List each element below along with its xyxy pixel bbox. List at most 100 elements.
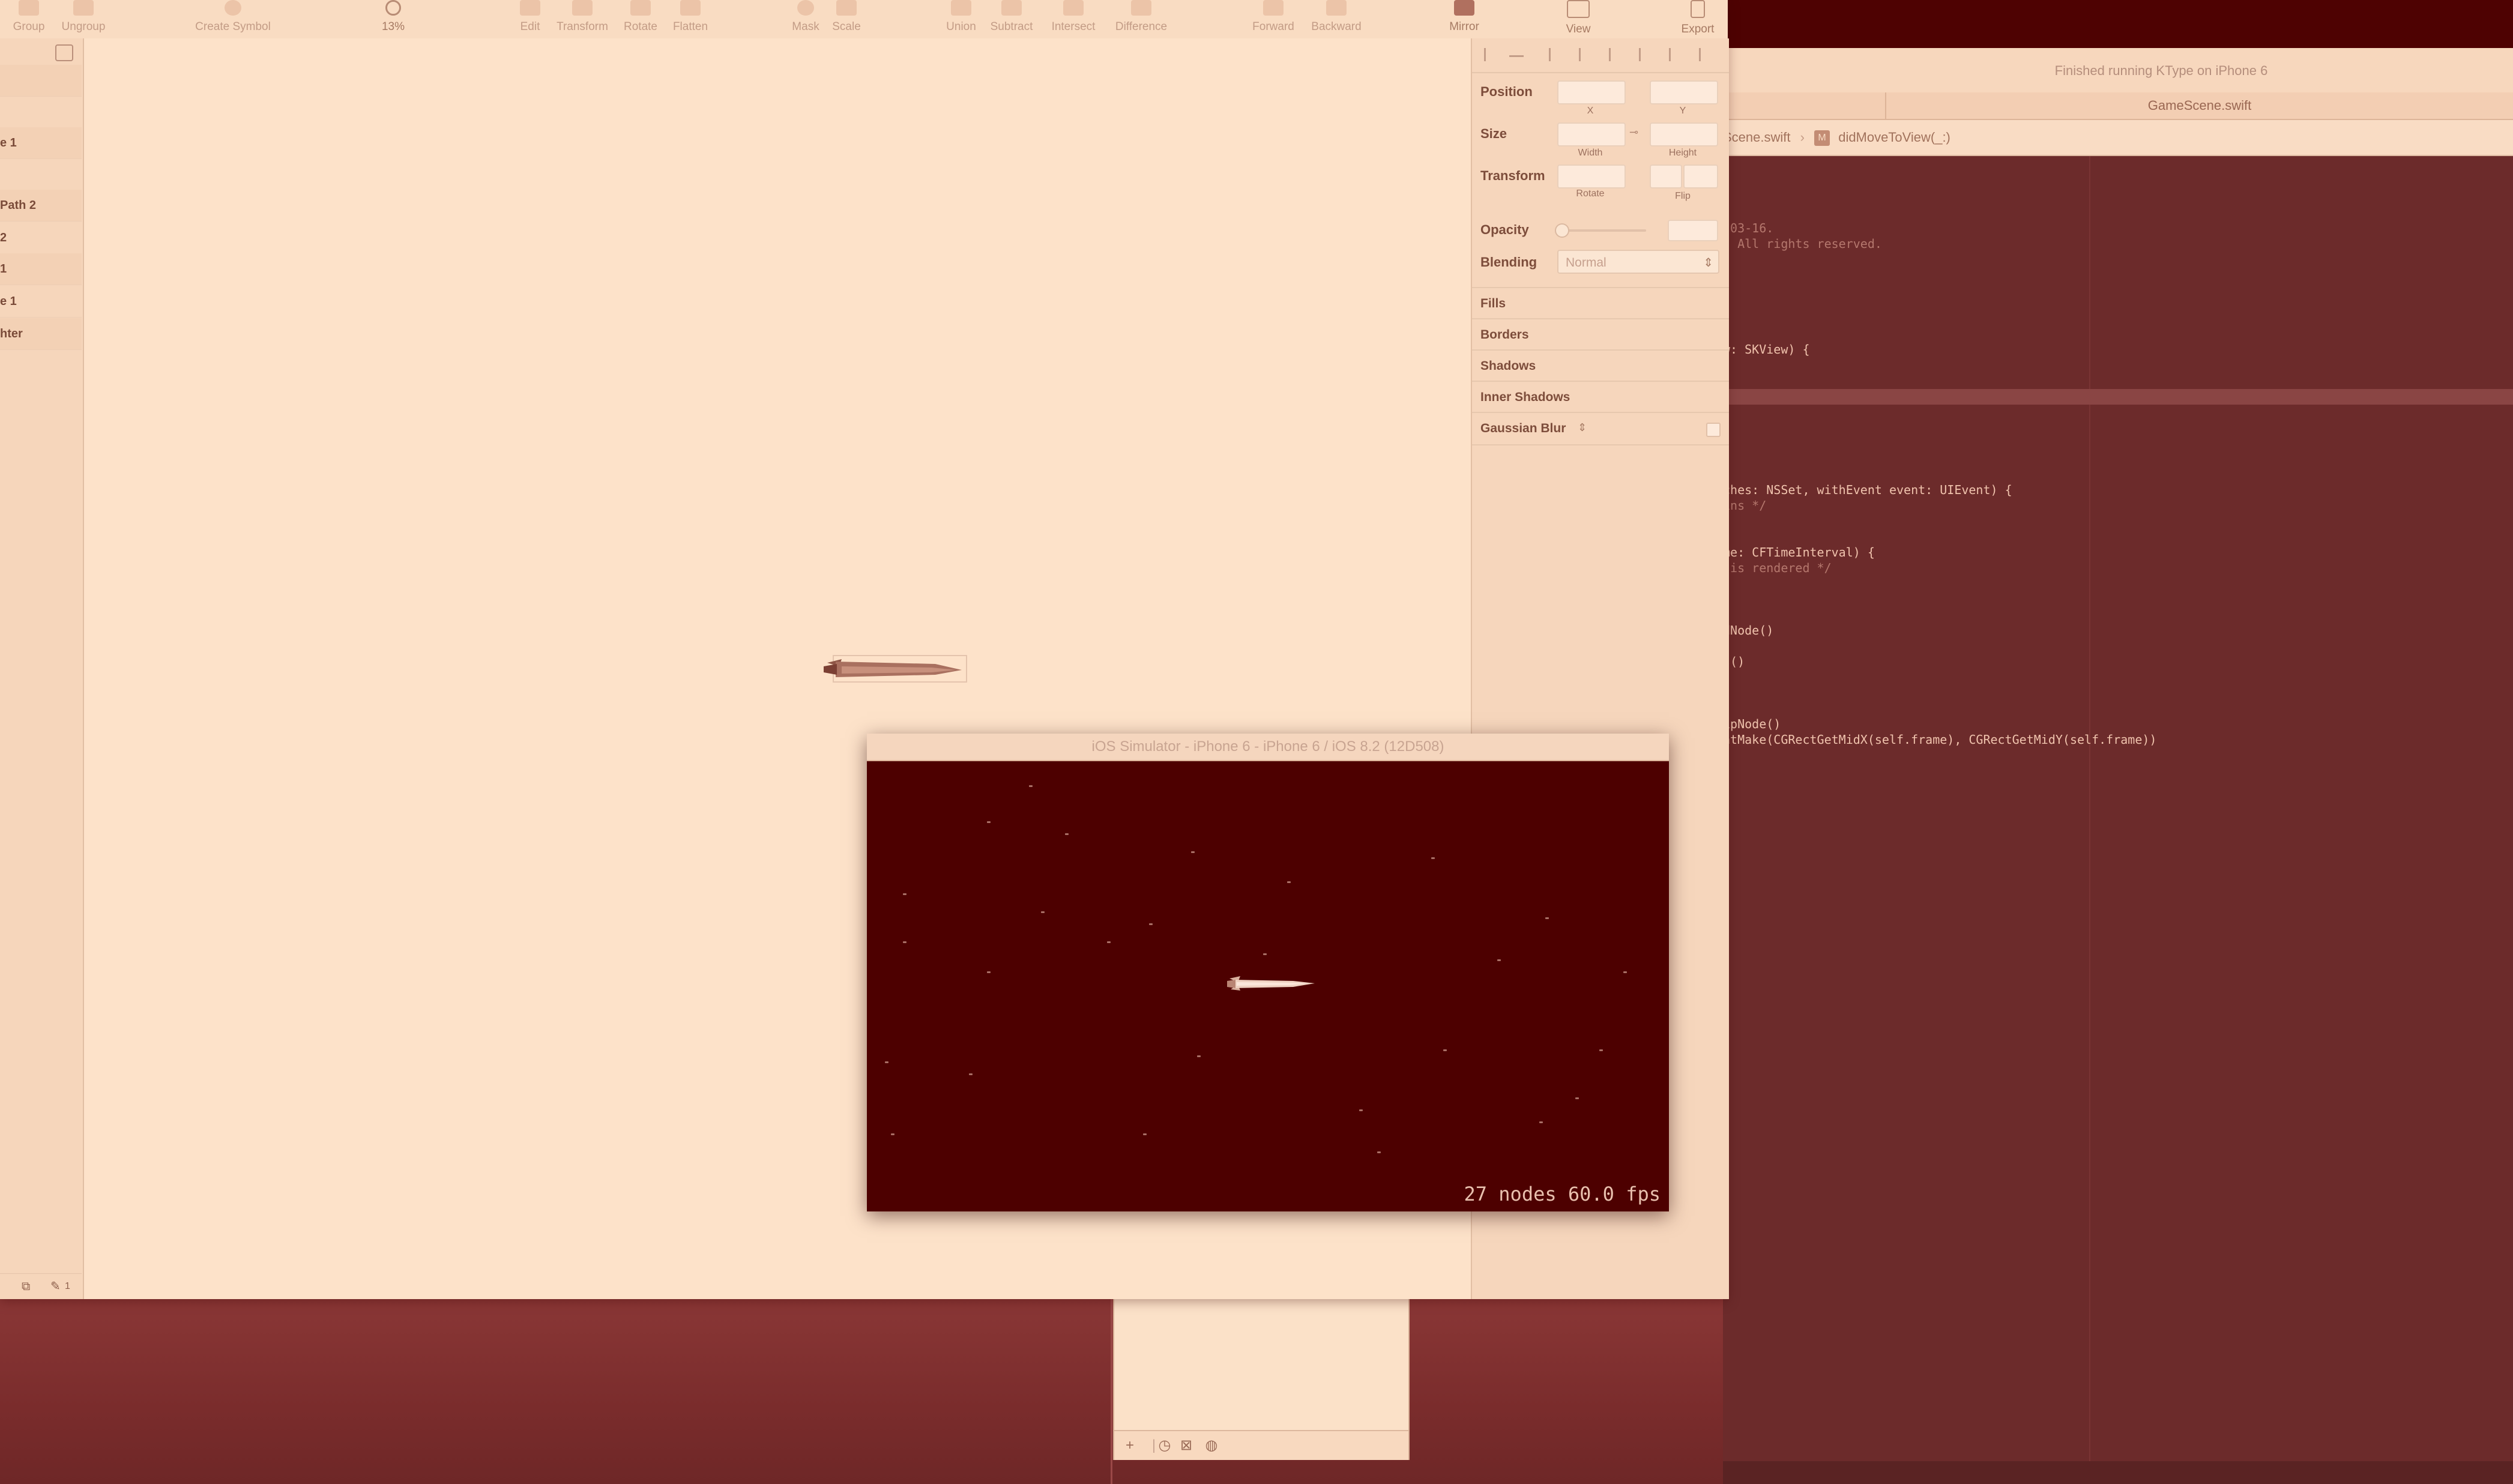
sketch-toolbar: Group Ungroup Create Symbol 13% Edit Tra… <box>0 0 1728 40</box>
position-x-field[interactable] <box>1557 80 1626 104</box>
select-arrows-icon[interactable]: ⇕ <box>1578 421 1587 434</box>
fps-stats: 27 nodes 60.0 fps <box>1464 1183 1661 1205</box>
layer-row-empty[interactable] <box>0 158 82 190</box>
group-button[interactable]: Group <box>11 0 47 38</box>
tab-gamescene[interactable]: GameScene.swift <box>1886 92 2513 119</box>
star <box>1191 851 1195 853</box>
flatten-icon <box>680 0 701 16</box>
difference-button[interactable]: Difference <box>1108 0 1174 38</box>
lock-ratio-icon[interactable]: ⊸ <box>1629 126 1638 139</box>
spaceship-artboard[interactable] <box>818 646 970 692</box>
rotate-button[interactable]: Rotate <box>620 0 662 38</box>
gaussian-blur-checkbox[interactable] <box>1706 423 1721 437</box>
utility-panel: + | ◷ ⊠ ◍ <box>1113 1291 1410 1460</box>
width-field[interactable] <box>1557 122 1626 146</box>
star <box>1575 1097 1579 1099</box>
opacity-slider-track[interactable] <box>1557 229 1646 232</box>
opacity-slider-knob[interactable] <box>1555 223 1569 238</box>
x-label: X <box>1587 106 1594 116</box>
mask-button[interactable]: Mask <box>788 0 824 38</box>
layer-row[interactable]: Path 2 <box>0 190 82 222</box>
add-icon[interactable]: + <box>1121 1437 1138 1454</box>
y-label: Y <box>1679 106 1686 116</box>
simulator-screen[interactable]: 27 nodes 60.0 fps <box>867 761 1669 1211</box>
star <box>1107 941 1111 943</box>
inner-shadows-label: Inner Shadows <box>1480 390 1570 404</box>
inner-shadows-section[interactable]: Inner Shadows <box>1472 381 1729 413</box>
simulator-title[interactable]: iOS Simulator - iPhone 6 - iPhone 6 / iO… <box>867 734 1669 761</box>
clock-icon[interactable]: ◷ <box>1156 1437 1173 1454</box>
zoom-icon <box>385 0 401 16</box>
align-top-icon[interactable] <box>1609 48 1625 61</box>
backward-button[interactable]: Backward <box>1306 0 1366 38</box>
layer-row[interactable]: e 1 <box>0 286 82 318</box>
create-symbol-button[interactable]: Create Symbol <box>186 0 280 38</box>
rotate-field[interactable] <box>1557 164 1626 189</box>
layer-row[interactable]: 2 <box>0 222 82 254</box>
page-guide-line <box>2089 156 2090 1465</box>
size-label: Size <box>1480 126 1507 141</box>
fills-section[interactable]: Fills <box>1472 287 1729 319</box>
union-button[interactable]: Union <box>943 0 980 38</box>
view-button[interactable]: View <box>1557 0 1599 38</box>
method-icon: M <box>1814 130 1830 146</box>
star <box>1623 971 1627 973</box>
position-y-field[interactable] <box>1650 80 1718 104</box>
flip-horizontal-button[interactable] <box>1650 164 1682 189</box>
shadows-section[interactable]: Shadows <box>1472 349 1729 382</box>
mask-icon <box>797 0 814 16</box>
align-middle-icon[interactable] <box>1579 48 1595 61</box>
height-field[interactable] <box>1650 122 1718 146</box>
duplicate-icon[interactable]: ⧉ <box>22 1274 30 1299</box>
panel-toggle-icon[interactable] <box>55 44 73 61</box>
code-line: -03-16. <box>1723 221 1774 235</box>
transform-label: Transform <box>557 20 608 33</box>
mirror-button[interactable]: Mirror <box>1443 0 1485 38</box>
flatten-button[interactable]: Flatten <box>668 0 713 38</box>
edit-button[interactable]: Edit <box>515 0 545 38</box>
align-right-icon[interactable] <box>1699 48 1715 61</box>
gaussian-blur-section[interactable]: Gaussian Blur ⇕ <box>1472 412 1729 445</box>
jump-bar-file[interactable]: Scene.swift <box>1723 130 1791 145</box>
scale-button[interactable]: Scale <box>828 0 864 38</box>
layer-row-empty[interactable] <box>0 96 82 128</box>
layer-row[interactable]: 1 <box>0 253 82 285</box>
layer-row[interactable]: e 1 <box>0 127 82 159</box>
intersect-button[interactable]: Intersect <box>1045 0 1102 38</box>
star <box>1041 911 1045 913</box>
code-line: w: SKView) { <box>1723 342 1810 357</box>
scale-icon <box>836 0 857 16</box>
union-label: Union <box>946 20 976 33</box>
layer-row[interactable]: hter <box>0 318 82 350</box>
difference-icon <box>1131 0 1151 16</box>
subtract-button[interactable]: Subtract <box>985 0 1039 38</box>
flip-vertical-button[interactable] <box>1683 164 1718 189</box>
align-vertical-center-icon[interactable] <box>1639 48 1655 61</box>
build-status: Finished running KType on iPhone 6 <box>2054 63 2268 78</box>
scale-label: Scale <box>832 20 861 33</box>
transform-button[interactable]: Transform <box>552 0 612 38</box>
layer-row-empty[interactable] <box>0 65 82 97</box>
position-label: Position <box>1480 84 1533 99</box>
jump-bar-symbol[interactable]: didMoveToView(_:) <box>1838 130 1950 145</box>
export-button[interactable]: Export <box>1675 0 1721 38</box>
export-icon <box>1691 0 1705 18</box>
ios-simulator-window: iOS Simulator - iPhone 6 - iPhone 6 / iO… <box>867 734 1669 1211</box>
close-box-icon[interactable]: ⊠ <box>1178 1437 1195 1454</box>
ungroup-button[interactable]: Ungroup <box>56 0 110 38</box>
star <box>1431 857 1435 859</box>
align-center-icon[interactable] <box>1549 48 1565 61</box>
distribute-icon[interactable] <box>1509 55 1524 70</box>
gear-icon[interactable]: ◍ <box>1203 1437 1220 1454</box>
rotate-label: Rotate <box>1576 189 1605 199</box>
forward-button[interactable]: Forward <box>1246 0 1300 38</box>
align-left-icon[interactable] <box>1484 48 1500 61</box>
align-bottom-icon[interactable] <box>1669 48 1685 61</box>
borders-section[interactable]: Borders <box>1472 318 1729 351</box>
opacity-field[interactable] <box>1668 220 1718 241</box>
code-editor[interactable]: -03-16. . All rights reserved. w: SKView… <box>1723 156 2513 1465</box>
zoom-control[interactable]: 13% <box>360 0 426 38</box>
blending-select[interactable]: Normal ⇕ <box>1557 250 1719 274</box>
tab-previous[interactable] <box>1723 92 1886 119</box>
pencil-icon[interactable]: ✎ <box>50 1274 61 1299</box>
